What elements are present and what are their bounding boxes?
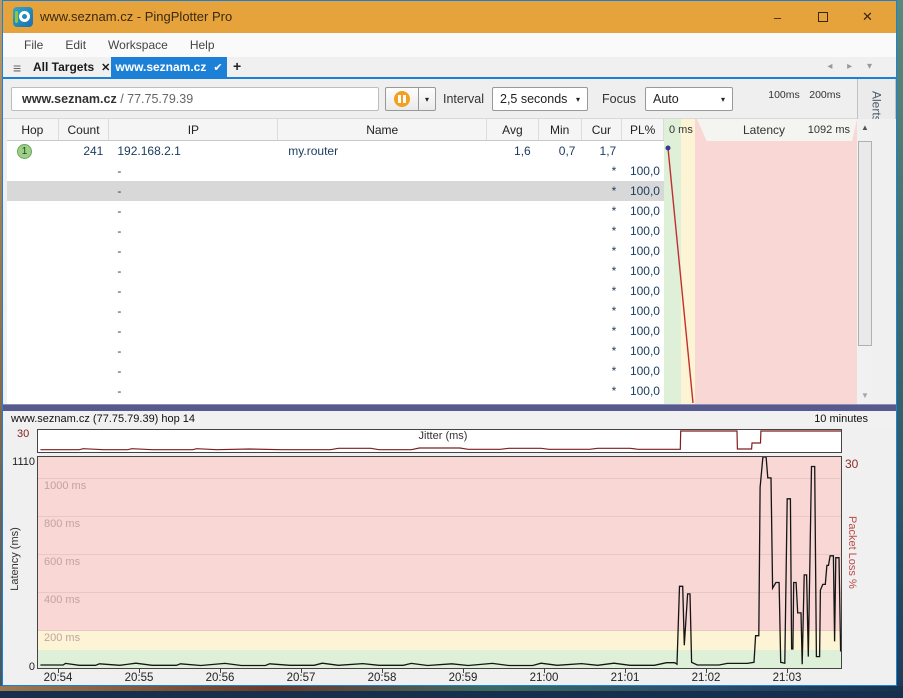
column-header-pl[interactable]: PL%	[622, 119, 664, 140]
target-address-box[interactable]: www.seznam.cz / 77.75.79.39	[11, 87, 379, 111]
packet-loss-axis-title: Packet Loss %	[846, 516, 858, 589]
taskbar-strip	[0, 691, 903, 698]
pause-dropdown-button[interactable]: ▾	[418, 87, 436, 111]
tab-all-targets-label: All Targets	[33, 60, 94, 74]
tab-check-icon: ✔	[213, 61, 222, 74]
table-row[interactable]: -*100,0	[7, 341, 664, 361]
target-ip: / 77.75.79.39	[117, 92, 193, 106]
tab-close-icon[interactable]: ✕	[101, 61, 110, 74]
latency-timeline-chart: 1000 ms800 ms600 ms400 ms200 ms	[37, 456, 842, 669]
scrollbar-thumb[interactable]	[858, 141, 872, 346]
table-row[interactable]: 1241192.168.2.1my.router1,60,71,7	[7, 141, 664, 161]
chevron-down-icon: ▾	[721, 95, 725, 104]
table-row[interactable]: -*100,0	[7, 201, 664, 221]
desktop: www.seznam.cz - PingPlotter Pro – ✕ File…	[0, 0, 903, 698]
legend-200ms-label: 200ms	[804, 89, 846, 101]
maximize-button[interactable]	[800, 1, 845, 33]
x-axis-label: 20:56	[198, 672, 242, 684]
column-header-cur[interactable]: Cur	[582, 119, 623, 140]
x-axis-label: 20:54	[36, 672, 80, 684]
chevron-down-icon: ▾	[576, 95, 580, 104]
latency-axis-min: 0	[7, 661, 35, 673]
packet-loss-axis-max: 30	[845, 457, 858, 471]
splitter-divider[interactable]	[3, 404, 896, 411]
column-header-name[interactable]: Name	[278, 119, 487, 140]
latency-axis-max: 1110	[7, 456, 35, 468]
column-header-ip[interactable]: IP	[109, 119, 278, 140]
target-host: www.seznam.cz	[22, 92, 117, 106]
interval-label: Interval	[443, 92, 484, 106]
column-header-count[interactable]: Count	[59, 119, 110, 140]
jitter-max-label: 30	[17, 428, 29, 440]
x-axis-label: 21:03	[765, 672, 809, 684]
new-tab-button[interactable]: +	[233, 58, 241, 74]
tab-strip: ≡ All Targets ✕ www.seznam.cz ✔ + ◂ ▸ ▾	[3, 57, 896, 77]
pingplotter-window: www.seznam.cz - PingPlotter Pro – ✕ File…	[2, 0, 897, 686]
latency-axis-title: Latency (ms)	[9, 519, 21, 599]
focus-label: Focus	[602, 92, 636, 106]
hamburger-icon[interactable]: ≡	[13, 60, 21, 76]
scroll-down-icon[interactable]: ▼	[857, 387, 873, 404]
x-axis-label: 21:00	[522, 672, 566, 684]
tab-scroll-icons[interactable]: ◂ ▸ ▾	[827, 61, 878, 72]
menu-edit[interactable]: Edit	[54, 34, 97, 56]
maximize-icon	[818, 12, 828, 22]
hop-trace-chart	[664, 119, 857, 404]
hop-latency-panel: 0 ms Latency 1092 ms	[664, 119, 857, 404]
x-axis-label: 20:55	[117, 672, 161, 684]
interval-value: 2,5 seconds	[500, 92, 567, 106]
x-axis-label: 21:01	[603, 672, 647, 684]
focus-value: Auto	[653, 92, 679, 106]
table-row[interactable]: -*100,0	[7, 321, 664, 341]
latency-line	[38, 457, 841, 668]
x-axis-label: 20:59	[441, 672, 485, 684]
table-scrollbar[interactable]: ▲ ▼	[857, 119, 873, 404]
right-gutter	[873, 119, 896, 404]
timeline-target-label: www.seznam.cz (77.75.79.39) hop 14	[11, 413, 195, 425]
focus-select[interactable]: Auto ▾	[645, 87, 733, 111]
interval-select[interactable]: 2,5 seconds ▾	[492, 87, 588, 111]
pause-button[interactable]	[385, 87, 419, 111]
timeline-range-label: 10 minutes	[814, 413, 868, 425]
jitter-title: Jitter (ms)	[383, 430, 503, 442]
legend-100ms-label: 100ms	[763, 89, 805, 101]
menu-file[interactable]: File	[13, 34, 54, 56]
x-axis-label: 20:57	[279, 672, 323, 684]
tab-www-seznam-cz[interactable]: www.seznam.cz ✔	[111, 57, 227, 77]
wallpaper-right	[897, 0, 903, 698]
x-axis-label: 21:02	[684, 672, 728, 684]
table-row[interactable]: -*100,0	[7, 361, 664, 381]
table-row[interactable]: -*100,0	[7, 281, 664, 301]
alerts-label: Alerts	[870, 91, 884, 122]
menu-bar: File Edit Workspace Help	[3, 33, 896, 57]
tab-all-targets[interactable]: All Targets ✕	[33, 57, 110, 77]
title-bar[interactable]: www.seznam.cz - PingPlotter Pro – ✕	[3, 1, 896, 33]
table-row[interactable]: -*100,0	[7, 221, 664, 241]
hop-number-badge: 1	[17, 144, 32, 159]
column-header-avg[interactable]: Avg	[487, 119, 539, 140]
table-row[interactable]: -*100,0	[7, 301, 664, 321]
column-header-hop[interactable]: Hop	[7, 119, 59, 140]
table-row[interactable]: -*100,0	[7, 381, 664, 401]
table-row[interactable]: -*100,0	[7, 181, 664, 201]
table-row[interactable]: -*100,0	[7, 161, 664, 181]
x-axis-label: 20:58	[360, 672, 404, 684]
table-row[interactable]: -*100,0	[7, 261, 664, 281]
minimize-button[interactable]: –	[755, 1, 800, 33]
pause-icon	[394, 91, 410, 107]
app-icon	[13, 7, 33, 27]
timeline-header: www.seznam.cz (77.75.79.39) hop 14 10 mi…	[3, 411, 896, 426]
scroll-up-icon[interactable]: ▲	[857, 119, 873, 136]
tab-seznam-label: www.seznam.cz	[115, 60, 206, 74]
menu-help[interactable]: Help	[179, 34, 226, 56]
hop-table: HopCountIPNameAvgMinCurPL% 1241192.168.2…	[7, 119, 664, 404]
hop-table-rows: 1241192.168.2.1my.router1,60,71,7-*100,0…	[7, 141, 664, 401]
column-header-min[interactable]: Min	[539, 119, 582, 140]
menu-workspace[interactable]: Workspace	[97, 34, 179, 56]
hop-table-header: HopCountIPNameAvgMinCurPL%	[7, 119, 664, 141]
target-toolbar: www.seznam.cz / 77.75.79.39 ▾ Interval 2…	[3, 79, 896, 119]
close-button[interactable]: ✕	[845, 1, 890, 33]
table-row[interactable]: -*100,0	[7, 241, 664, 261]
window-title: www.seznam.cz - PingPlotter Pro	[40, 9, 232, 24]
